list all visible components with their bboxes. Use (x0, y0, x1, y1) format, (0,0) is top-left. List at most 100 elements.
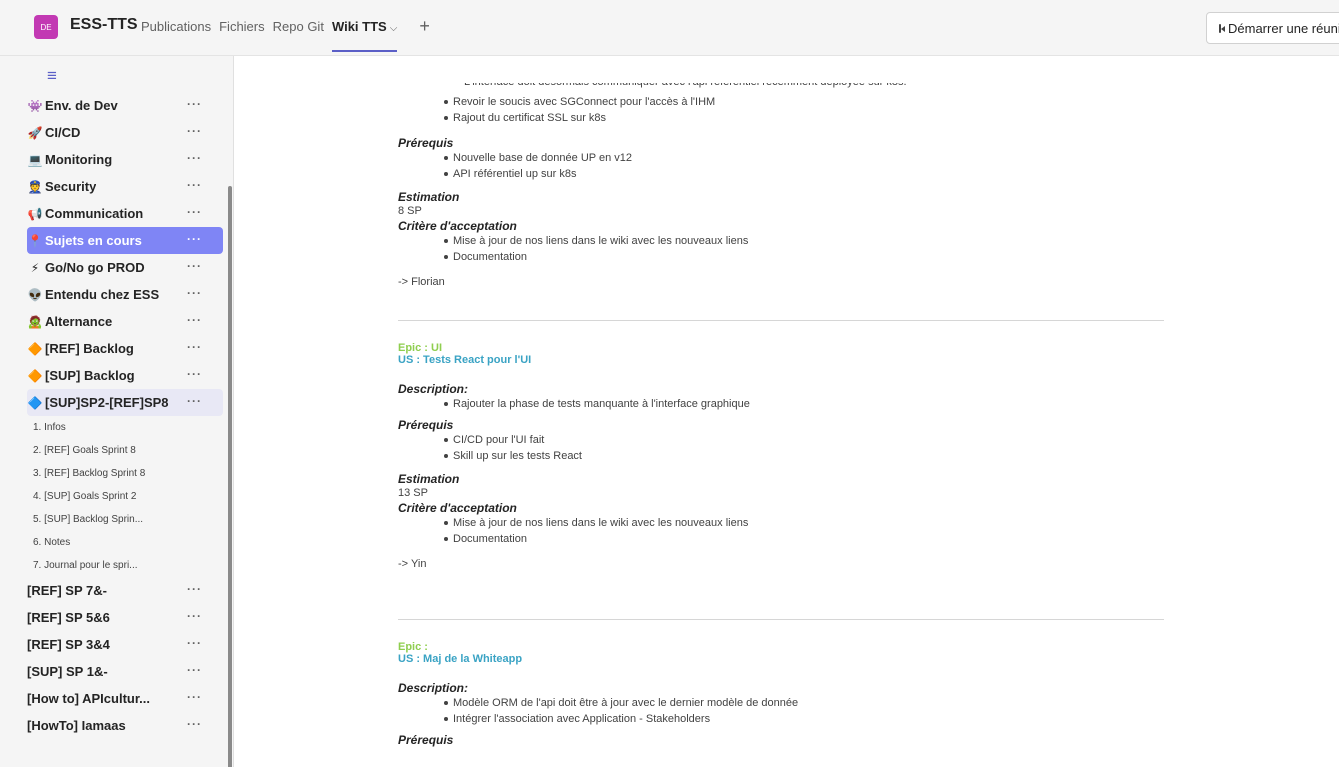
list-item: Nouvelle base de donnée UP en v12 (444, 150, 1164, 166)
list-item: Rajout du certificat SSL sur k8s (444, 110, 1164, 126)
chevron-down-icon[interactable]: ⌵ (390, 23, 398, 34)
wiki-page-list: 👾 Env. de Dev ··· 🚀 CI/CD ··· 💻 Monitoring ···… (27, 92, 223, 739)
more-options-icon[interactable]: ··· (187, 394, 202, 408)
list-item: CI/CD pour l'UI fait (444, 432, 1164, 448)
more-options-icon[interactable]: ··· (187, 97, 202, 111)
laptop-icon: 💻 (27, 152, 43, 167)
estimation-value: 13 SP (398, 487, 428, 499)
bullet-list: Mise à jour de nos liens dans le wiki av… (398, 515, 1164, 547)
tab-wiki-tts[interactable]: Wiki TTS ⌵ (331, 19, 398, 52)
sidebar-item-label: [How to] APIcultur... (27, 691, 151, 706)
sidebar-subitem-ref-goals[interactable]: 2. [REF] Goals Sprint 8 (27, 439, 223, 462)
more-options-icon[interactable]: ··· (187, 259, 202, 273)
sidebar-subitem-sup-goals[interactable]: 4. [SUP] Goals Sprint 2 (27, 485, 223, 508)
sidebar-item-ci-cd[interactable]: 🚀 CI/CD ··· (27, 119, 223, 146)
more-options-icon[interactable]: ··· (187, 609, 202, 623)
sidebar-item-label: Env. de Dev (45, 98, 118, 113)
sidebar-item-sup-sp2-ref-sp8[interactable]: 🔷 [SUP]SP2-[REF]SP8 ··· (27, 389, 223, 416)
section-2: Epic : UI US : Tests React pour l'UI Des… (398, 342, 1164, 572)
list-item: Mise à jour de nos liens dans le wiki av… (444, 515, 1164, 531)
sidebar-item-label: [HowTo] Iamaas (27, 718, 126, 733)
sidebar-item-ref-backlog[interactable]: 🔶 [REF] Backlog ··· (27, 335, 223, 362)
sidebar-scrollbar[interactable] (228, 186, 232, 767)
sidebar-item-label: Alternance (45, 314, 113, 329)
more-options-icon[interactable]: ··· (187, 124, 202, 138)
section-heading: Critère d'acceptation (398, 501, 517, 515)
team-avatar[interactable]: DE (34, 15, 58, 39)
sidebar-item-label: CI/CD (45, 125, 81, 140)
more-options-icon[interactable]: ··· (187, 205, 202, 219)
more-options-icon[interactable]: ··· (187, 717, 202, 731)
sidebar-item-howto-iamaas[interactable]: [HowTo] Iamaas ··· (27, 712, 223, 739)
sidebar-item-sujets-en-cours[interactable]: 📍 Sujets en cours ··· (27, 227, 223, 254)
wiki-sidebar: ≡ 👾 Env. de Dev ··· 🚀 CI/CD ··· 💻 Monitoring ·… (0, 56, 234, 767)
sidebar-item-label: Security (45, 179, 97, 194)
section-3: Epic : US : Maj de la Whiteapp Descripti… (398, 641, 1164, 747)
wiki-page-content: L'interface doit désormais communiquer a… (398, 56, 1178, 767)
owner-text: -> Yin (398, 558, 427, 570)
sidebar-item-ref-sp7[interactable]: [REF] SP 7&- ··· (27, 577, 223, 604)
section-heading: Estimation (398, 472, 460, 486)
more-options-icon[interactable]: ··· (187, 690, 202, 704)
list-item: API référentiel up sur k8s (444, 166, 1164, 182)
more-options-icon[interactable]: ··· (187, 286, 202, 300)
sidebar-item-label: [REF] SP 7&- (27, 583, 107, 598)
start-meeting-button[interactable]: Démarrer une réunion (1206, 12, 1339, 44)
estimation-value: 8 SP (398, 205, 422, 217)
section-heading: Description: (398, 382, 469, 396)
sidebar-subitem-notes[interactable]: 6. Notes (27, 531, 223, 554)
sidebar-item-ref-sp3-4[interactable]: [REF] SP 3&4 ··· (27, 631, 223, 658)
sidebar-item-label: [REF] SP 3&4 (27, 637, 110, 652)
section-heading: Description: (398, 681, 469, 695)
sidebar-item-env-de-dev[interactable]: 👾 Env. de Dev ··· (27, 92, 223, 119)
clipped-text-line: L'interface doit désormais communiquer a… (464, 76, 907, 88)
tab-fichiers[interactable]: Fichiers (219, 19, 265, 34)
sidebar-item-go-no-go-prod[interactable]: ⚡ Go/No go PROD ··· (27, 254, 223, 281)
more-options-icon[interactable]: ··· (187, 340, 202, 354)
sidebar-item-label: [SUP]SP2-[REF]SP8 (45, 395, 169, 410)
epic-title: Epic : UI (398, 342, 443, 354)
list-item: Intégrer l'association avec Application … (444, 711, 1164, 727)
sidebar-item-ref-sp5-6[interactable]: [REF] SP 5&6 ··· (27, 604, 223, 631)
tab-publications[interactable]: Publications (141, 19, 211, 34)
tab-wiki-tts-label: Wiki TTS (331, 19, 387, 34)
more-options-icon[interactable]: ··· (187, 178, 202, 192)
more-options-icon[interactable]: ··· (187, 313, 202, 327)
section-1: Prérequis Nouvelle base de donnée UP en … (398, 136, 1164, 290)
section-heading: Estimation (398, 190, 460, 204)
sidebar-item-monitoring[interactable]: 💻 Monitoring ··· (27, 146, 223, 173)
sidebar-item-entendu-chez-ess[interactable]: 👽 Entendu chez ESS ··· (27, 281, 223, 308)
sidebar-item-sup-backlog[interactable]: 🔶 [SUP] Backlog ··· (27, 362, 223, 389)
sidebar-subitem-infos[interactable]: 1. Infos (27, 416, 223, 439)
sidebar-item-security[interactable]: 👮 Security ··· (27, 173, 223, 200)
tab-repo-git[interactable]: Repo Git (273, 19, 324, 34)
sidebar-item-label: [REF] SP 5&6 (27, 610, 110, 625)
zombie-icon: 🧟 (27, 314, 43, 329)
more-options-icon[interactable]: ··· (187, 582, 202, 596)
sidebar-subitem-sup-backlog-sprint[interactable]: 5. [SUP] Backlog Sprin... (27, 508, 223, 531)
sidebar-subitem-journal[interactable]: 7. Journal pour le spri... (27, 554, 223, 577)
more-options-icon[interactable]: ··· (187, 663, 202, 677)
add-tab-icon[interactable]: + (419, 17, 430, 35)
alien-monster-icon: 👾 (27, 98, 43, 113)
hamburger-menu-icon[interactable]: ≡ (47, 66, 57, 86)
bullet-list: Nouvelle base de donnée UP en v12 API ré… (398, 150, 1164, 182)
sidebar-item-alternance[interactable]: 🧟 Alternance ··· (27, 308, 223, 335)
sidebar-item-label: Communication (45, 206, 144, 221)
sidebar-item-label: [SUP] Backlog (45, 368, 135, 383)
sidebar-subitem-ref-backlog-sprint[interactable]: 3. [REF] Backlog Sprint 8 (27, 462, 223, 485)
team-name[interactable]: ESS-TTS (70, 16, 138, 34)
sidebar-item-sup-sp1[interactable]: [SUP] SP 1&- ··· (27, 658, 223, 685)
bullet-list: CI/CD pour l'UI fait Skill up sur les te… (398, 432, 1164, 464)
more-options-icon[interactable]: ··· (187, 151, 202, 165)
user-story-title: US : Tests React pour l'UI (398, 354, 532, 366)
video-camera-icon (1219, 23, 1225, 33)
more-options-icon[interactable]: ··· (187, 636, 202, 650)
more-options-icon[interactable]: ··· (187, 232, 202, 246)
sidebar-item-howto-apiculture[interactable]: [How to] APIcultur... ··· (27, 685, 223, 712)
divider (398, 320, 1164, 321)
sidebar-item-communication[interactable]: 📢 Communication ··· (27, 200, 223, 227)
list-item: Revoir le soucis avec SGConnect pour l'a… (444, 94, 1164, 110)
more-options-icon[interactable]: ··· (187, 367, 202, 381)
sidebar-item-label: [REF] Backlog (45, 341, 134, 356)
